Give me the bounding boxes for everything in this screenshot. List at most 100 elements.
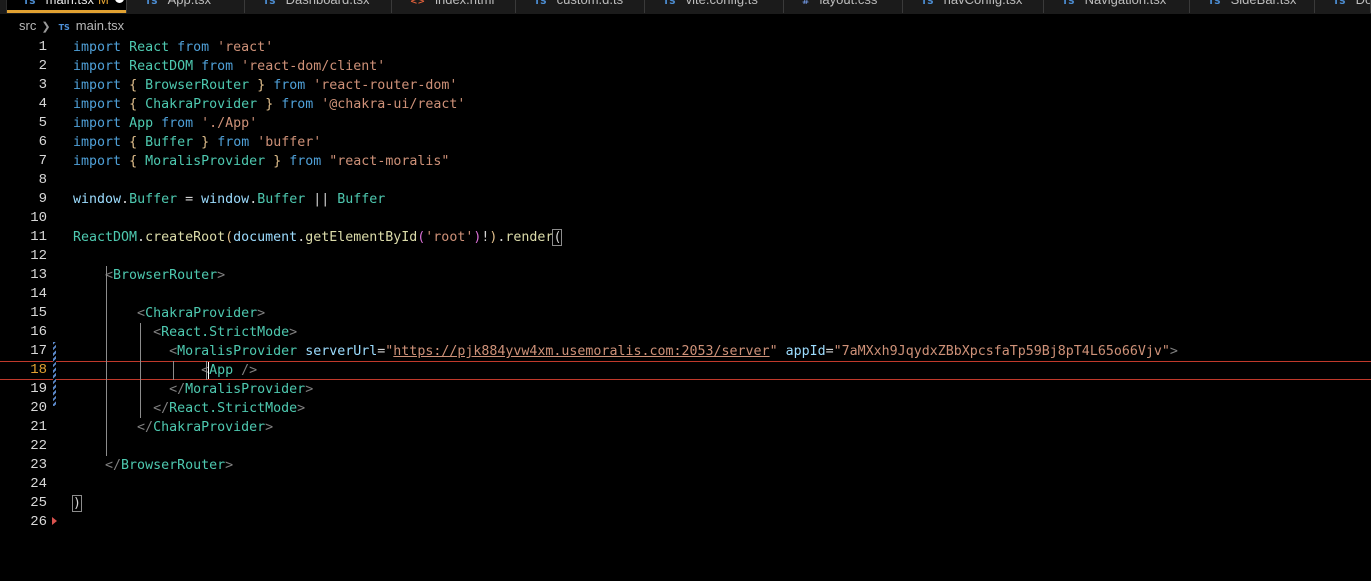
- typescript-file-icon: TS: [263, 0, 276, 7]
- code-line[interactable]: 14: [0, 285, 1371, 304]
- code-text: <ChakraProvider>: [73, 304, 265, 323]
- line-number: 19: [30, 381, 47, 397]
- code-token: './App': [201, 116, 258, 131]
- tab-custom-d-ts[interactable]: TS custom.d.ts: [518, 0, 645, 13]
- modified-badge: M: [98, 0, 109, 7]
- line-number: 4: [38, 96, 47, 112]
- typescript-file-icon: TS: [534, 0, 547, 7]
- code-token: from: [177, 40, 210, 55]
- text-cursor: [208, 362, 209, 379]
- code-line[interactable]: 5 import App from './App': [0, 114, 1371, 133]
- code-token: >: [217, 268, 226, 283]
- code-line[interactable]: 1 import React from 'react': [0, 38, 1371, 57]
- code-text: import App from './App': [73, 114, 257, 133]
- code-token: React.StrictMode: [161, 325, 290, 340]
- code-line[interactable]: 23 </BrowserRouter>: [0, 456, 1371, 475]
- code-token: }: [201, 135, 210, 150]
- code-line[interactable]: 12: [0, 247, 1371, 266]
- code-line[interactable]: 13 <BrowserRouter>: [0, 266, 1371, 285]
- tab-label: App.tsx: [168, 0, 211, 7]
- line-number: 22: [30, 438, 47, 454]
- code-text: </BrowserRouter>: [73, 456, 233, 475]
- code-token: '@chakra-ui/react': [321, 97, 466, 112]
- tab-index-html[interactable]: <> index.html: [394, 0, 516, 13]
- code-line[interactable]: 24: [0, 475, 1371, 494]
- code-token: ChakraProvider: [145, 97, 258, 112]
- code-line[interactable]: 8: [0, 171, 1371, 190]
- tab-dashboard-tsx[interactable]: TS Dashboard.tsx: [247, 0, 392, 13]
- line-number: 12: [30, 248, 47, 264]
- code-line[interactable]: 25): [0, 494, 1371, 513]
- code-token: BrowserRouter: [113, 268, 218, 283]
- tab-label: index.html: [435, 0, 494, 7]
- tab-vite-config-ts[interactable]: TS vite.config.ts: [647, 0, 784, 13]
- line-number: 26: [30, 514, 47, 530]
- code-line[interactable]: 22: [0, 437, 1371, 456]
- code-line[interactable]: 4 import { ChakraProvider } from '@chakra…: [0, 95, 1371, 114]
- tab-do[interactable]: TS Do: [1317, 0, 1371, 13]
- code-token: ": [769, 344, 778, 359]
- line-number: 1: [38, 39, 47, 55]
- code-token: {: [129, 154, 138, 169]
- code-text: window.Buffer = window.Buffer || Buffer: [73, 190, 385, 209]
- code-token: App: [209, 363, 234, 378]
- code-token: >: [225, 458, 234, 473]
- code-token: import: [73, 78, 122, 93]
- line-number: 6: [38, 134, 47, 150]
- code-line[interactable]: 2 import ReactDOM from 'react-dom/client': [0, 57, 1371, 76]
- code-token: Buffer: [337, 192, 386, 207]
- tab-navconfig-tsx[interactable]: TS navConfig.tsx: [905, 0, 1044, 13]
- code-line[interactable]: 10: [0, 209, 1371, 228]
- breadcrumb-folder[interactable]: src: [19, 18, 36, 33]
- code-editor[interactable]: 1 import React from 'react' 2 import ReactD…: [0, 37, 1371, 581]
- tab-navigation-tsx[interactable]: TS Navigation.tsx: [1046, 0, 1190, 13]
- code-token: from: [217, 135, 250, 150]
- code-token: <: [153, 325, 162, 340]
- tab-layout-css[interactable]: # layout.css: [786, 0, 903, 13]
- code-line[interactable]: 26: [0, 513, 1371, 532]
- code-token: import: [73, 135, 122, 150]
- tab-main-tsx[interactable]: TS main.tsx M: [6, 0, 127, 13]
- tab-app-tsx[interactable]: TS App.tsx: [129, 0, 245, 13]
- deleted-lines-marker[interactable]: [52, 517, 57, 525]
- line-number: 16: [30, 324, 47, 340]
- code-text: ): [71, 494, 83, 513]
- unsaved-dot-icon[interactable]: [114, 0, 124, 3]
- code-token: .: [121, 192, 130, 207]
- code-line[interactable]: 7 import { MoralisProvider } from "react-…: [0, 152, 1371, 171]
- code-line[interactable]: 9 window.Buffer = window.Buffer || Buffer: [0, 190, 1371, 209]
- code-line[interactable]: 11 ReactDOM.createRoot(document.getElemen…: [0, 228, 1371, 247]
- line-number: 20: [30, 400, 47, 416]
- code-text: import ReactDOM from 'react-dom/client': [73, 57, 385, 76]
- line-number: 25: [30, 495, 47, 511]
- code-token: https://pjk884yvw4xm.usemoralis.com:2053…: [393, 344, 770, 359]
- css-file-icon: #: [802, 0, 810, 7]
- code-token: appId: [785, 344, 826, 359]
- tab-sidebar-tsx[interactable]: TS SideBar.tsx: [1192, 0, 1315, 13]
- code-line[interactable]: 16 <React.StrictMode>: [0, 323, 1371, 342]
- code-token: .: [297, 230, 306, 245]
- code-token: document: [233, 230, 298, 245]
- code-line[interactable]: 15 <ChakraProvider>: [0, 304, 1371, 323]
- code-line[interactable]: 19 </MoralisProvider>: [0, 380, 1371, 399]
- line-number: 14: [30, 286, 47, 302]
- code-line[interactable]: 17 <MoralisProvider serverUrl = "https://p…: [0, 342, 1371, 361]
- modified-lines-marker[interactable]: [53, 342, 56, 406]
- code-text: <MoralisProvider serverUrl = "https://pjk8…: [73, 342, 1178, 361]
- code-token: >: [257, 306, 266, 321]
- code-token: window: [73, 192, 122, 207]
- code-line[interactable]: 20 </React.StrictMode>: [0, 399, 1371, 418]
- code-line[interactable]: 3 import { BrowserRouter } from 'react-ro…: [0, 76, 1371, 95]
- code-token: from: [273, 78, 306, 93]
- code-line[interactable]: 21 </ChakraProvider>: [0, 418, 1371, 437]
- breadcrumb-file[interactable]: main.tsx: [76, 18, 124, 33]
- code-line[interactable]: 6 import { Buffer } from 'buffer': [0, 133, 1371, 152]
- typescript-file-icon: TS: [921, 0, 934, 7]
- code-token: ChakraProvider: [145, 306, 258, 321]
